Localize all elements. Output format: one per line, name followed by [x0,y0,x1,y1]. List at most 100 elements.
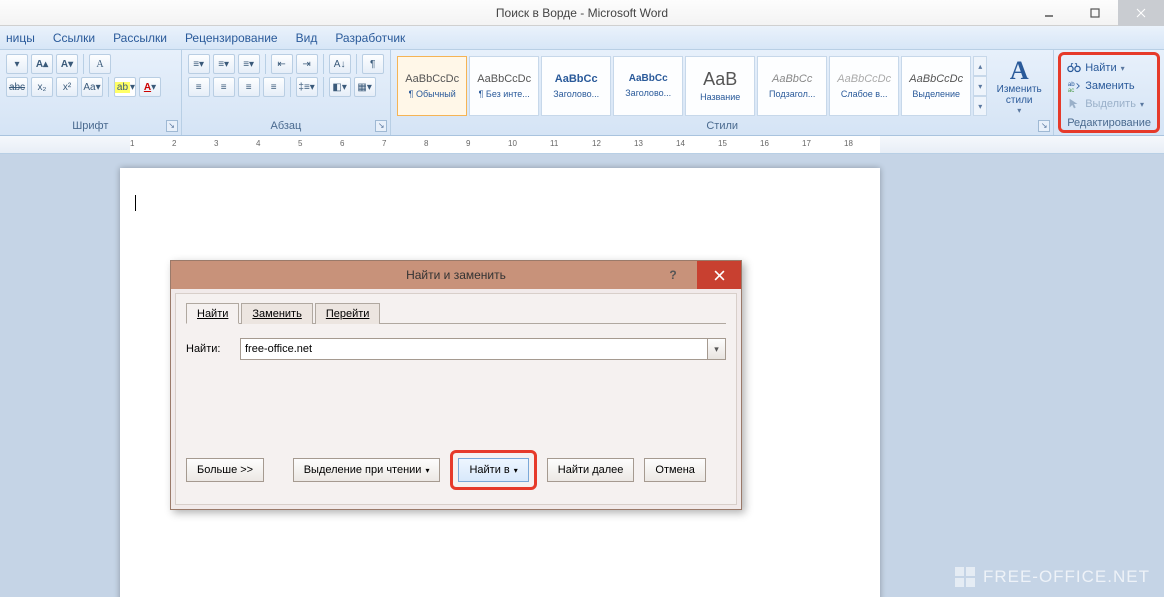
font-dialog-launcher[interactable]: ↘ [166,120,178,132]
numbering-button[interactable]: ≡▾ [213,54,235,74]
ruler-number: 6 [340,139,344,148]
minimize-button[interactable] [1026,0,1072,26]
style-item[interactable]: AaBbCcDcСлабое в... [829,56,899,116]
clear-formatting-button[interactable]: A [89,54,111,74]
sort-button[interactable]: A↓ [329,54,351,74]
svg-text:ac: ac [1068,87,1074,93]
watermark: FREE-OFFICE.NET [955,567,1150,587]
styles-dialog-launcher[interactable]: ↘ [1038,120,1050,132]
ruler-number: 18 [844,139,853,148]
find-in-button[interactable]: Найти в▾ [458,458,528,482]
reading-highlight-button[interactable]: Выделение при чтении▾ [293,458,441,482]
menu-item[interactable]: Разработчик [335,31,405,45]
font-color-button[interactable]: A▾ [139,77,161,97]
font-size-dropdown[interactable]: ▾ [6,54,28,74]
ruler-number: 9 [466,139,470,148]
ruler-number: 1 [130,139,134,148]
style-item[interactable]: AaBbCcЗаголово... [613,56,683,116]
dialog-titlebar[interactable]: Найти и заменить ? [171,261,741,289]
menu-item[interactable]: ницы [6,31,35,45]
change-styles-icon: A [1010,58,1029,84]
change-case-button[interactable]: Aa▾ [81,77,103,97]
cancel-button[interactable]: Отмена [644,458,705,482]
ruler-number: 8 [424,139,428,148]
align-right-button[interactable]: ≡ [238,77,260,97]
replace-icon: abac [1067,79,1081,93]
ruler-number: 15 [718,139,727,148]
maximize-button[interactable] [1072,0,1118,26]
increase-indent-button[interactable]: ⇥ [296,54,318,74]
decrease-indent-button[interactable]: ⇤ [271,54,293,74]
style-item[interactable]: AaBbCcDc¶ Без инте... [469,56,539,116]
find-replace-dialog: Найти и заменить ? Найти Заменить Перейт… [170,260,742,510]
ruler-number: 7 [382,139,386,148]
show-marks-button[interactable]: ¶ [362,54,384,74]
shading-button[interactable]: ◧▾ [329,77,351,97]
ruler-number: 16 [760,139,769,148]
ruler-number: 12 [592,139,601,148]
find-input[interactable] [240,338,708,360]
ribbon: ▾ A▴ A▾ A abc x₂ x² Aa▾ ab▾ A▾ Шрифт ↘ ≡… [0,50,1164,136]
align-center-button[interactable]: ≡ [213,77,235,97]
find-button[interactable]: Найти▾ [1067,59,1151,77]
ruler-number: 10 [508,139,517,148]
shrink-font-button[interactable]: A▾ [56,54,78,74]
ruler-number: 17 [802,139,811,148]
highlight-button[interactable]: ab▾ [114,77,136,97]
ruler-number: 11 [550,139,558,148]
style-item[interactable]: AaBbCcЗаголово... [541,56,611,116]
style-item[interactable]: AaBbCcПодзагол... [757,56,827,116]
ruler-number: 13 [634,139,643,148]
group-label: Шрифт [6,118,175,135]
tab-replace[interactable]: Заменить [241,303,312,324]
window-title: Поиск в Ворде - Microsoft Word [496,6,668,20]
borders-button[interactable]: ▦▾ [354,77,376,97]
menu-item[interactable]: Вид [296,31,318,45]
style-item[interactable]: AaBbCcDc¶ Обычный [397,56,467,116]
cursor-icon [1067,97,1081,111]
strike-button[interactable]: abc [6,77,28,97]
binoculars-icon [1067,61,1081,75]
grow-font-button[interactable]: A▴ [31,54,53,74]
dialog-help-button[interactable]: ? [653,261,693,289]
superscript-button[interactable]: x² [56,77,78,97]
find-next-button[interactable]: Найти далее [547,458,635,482]
close-button[interactable] [1118,0,1164,26]
group-label: Стили [397,118,1047,135]
ruler-number: 3 [214,139,218,148]
subscript-button[interactable]: x₂ [31,77,53,97]
style-item[interactable]: АаВНазвание [685,56,755,116]
justify-button[interactable]: ≡ [263,77,285,97]
select-button[interactable]: Выделить▾ [1067,95,1151,113]
line-spacing-button[interactable]: ‡≡▾ [296,77,318,97]
menu-item[interactable]: Рассылки [113,31,167,45]
group-paragraph: ≡▾ ≡▾ ≡▾ ⇤ ⇥ A↓ ¶ ≡ ≡ ≡ ≡ ‡≡▾ ◧▾ ▦▾ [182,50,392,135]
gallery-scroll[interactable]: ▴▾▾ [973,56,987,116]
change-styles-button[interactable]: A Изменить стили ▾ [991,55,1047,118]
menu-item[interactable]: Рецензирование [185,31,278,45]
paragraph-dialog-launcher[interactable]: ↘ [375,120,387,132]
multilevel-button[interactable]: ≡▾ [238,54,260,74]
find-history-dropdown[interactable]: ▾ [708,338,726,360]
title-bar: Поиск в Ворде - Microsoft Word [0,0,1164,26]
replace-button[interactable]: abac Заменить [1067,77,1151,95]
dialog-title: Найти и заменить [406,268,506,282]
tab-goto[interactable]: Перейти [315,303,381,324]
style-item[interactable]: AaBbCcDcВыделение [901,56,971,116]
menu-item[interactable]: Ссылки [53,31,95,45]
align-left-button[interactable]: ≡ [188,77,210,97]
more-button[interactable]: Больше >> [186,458,264,482]
tab-find[interactable]: Найти [186,303,239,324]
dialog-close-button[interactable] [697,261,741,289]
ruler[interactable]: 123456789101112131415161718 [0,136,1164,154]
ruler-number: 5 [298,139,302,148]
styles-gallery[interactable]: AaBbCcDc¶ Обычный AaBbCcDc¶ Без инте... … [397,56,987,116]
bullets-button[interactable]: ≡▾ [188,54,210,74]
group-editing: Найти▾ abac Заменить Выделить▾ Редактиро… [1058,52,1160,133]
menu-bar: ницы Ссылки Рассылки Рецензирование Вид … [0,26,1164,50]
ruler-number: 14 [676,139,685,148]
group-label: Абзац [188,118,385,135]
group-label: Редактирование [1067,113,1151,132]
ruler-number: 4 [256,139,260,148]
ruler-number: 2 [172,139,176,148]
